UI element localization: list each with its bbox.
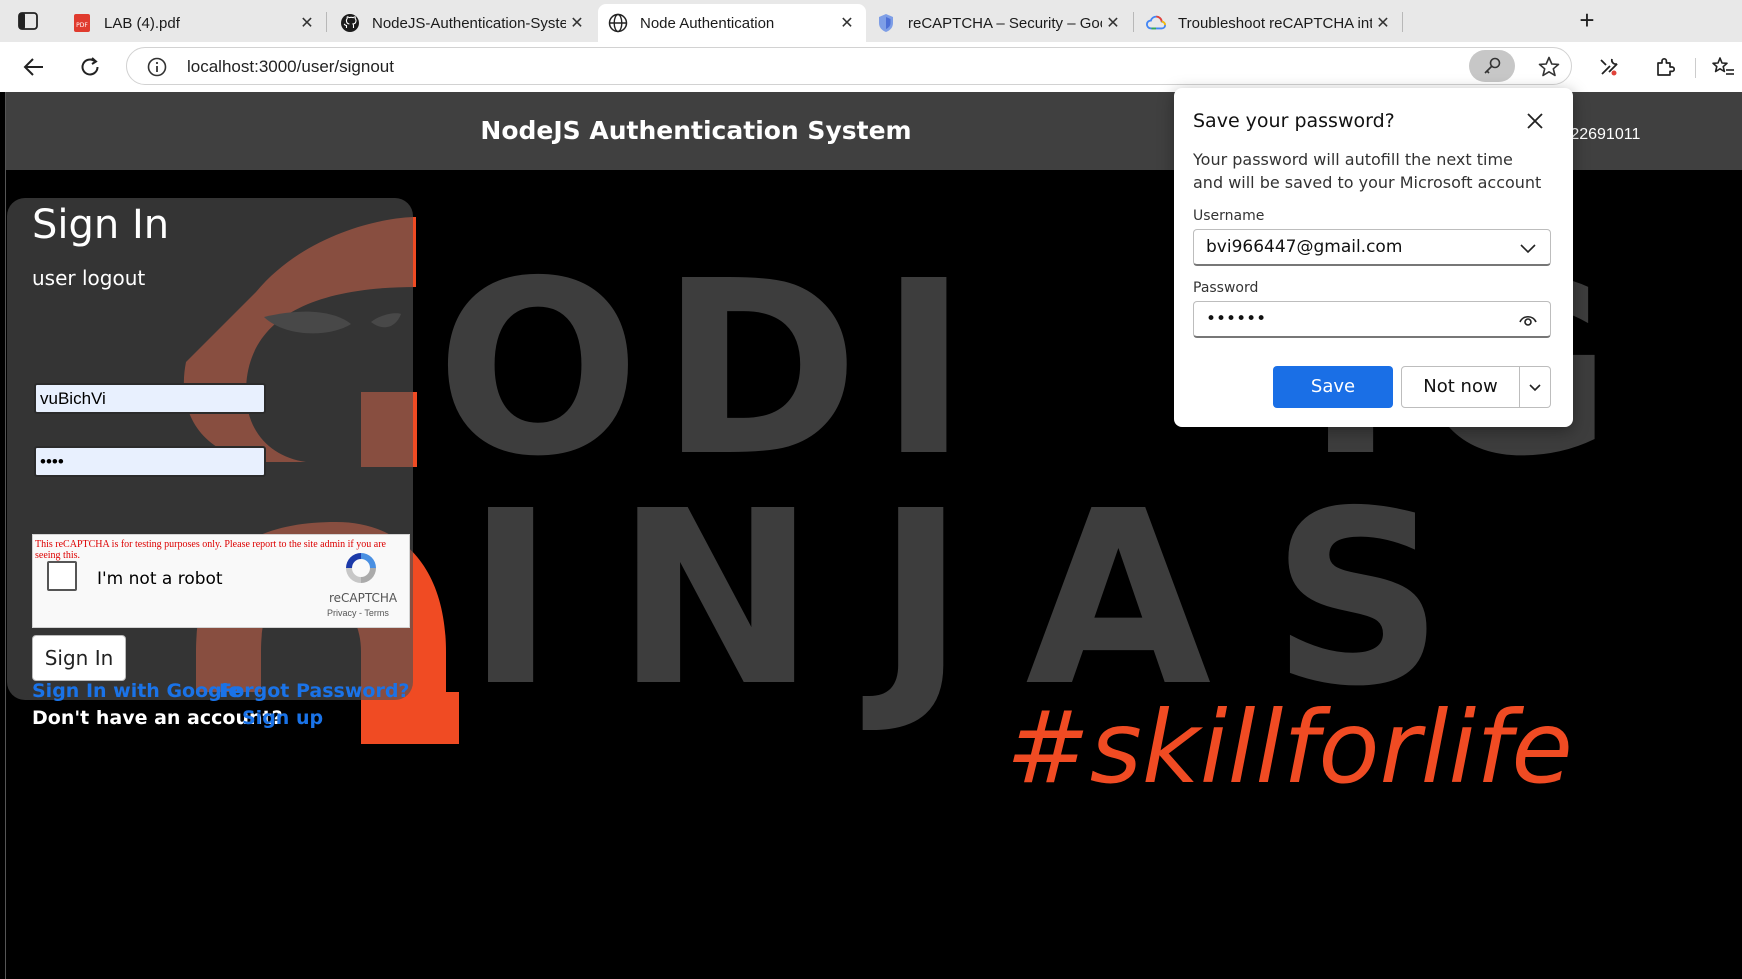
- arrow-left-icon: [23, 58, 43, 76]
- username-value: bvi966447@gmail.com: [1206, 237, 1403, 257]
- password-field[interactable]: ••••••: [1193, 301, 1551, 338]
- tab-label: Node Authentication: [640, 14, 775, 32]
- tab-github[interactable]: NodeJS-Authentication-System/p ✕: [330, 4, 596, 42]
- signin-heading: Sign In: [32, 202, 170, 248]
- username-input[interactable]: vuBichVi: [34, 383, 266, 414]
- tab-close-icon[interactable]: ✕: [1102, 13, 1124, 33]
- url-text[interactable]: localhost:3000/user/signout: [187, 57, 394, 77]
- recaptcha-privacy-terms[interactable]: Privacy - Terms: [327, 608, 389, 618]
- shield-icon: [876, 13, 896, 33]
- extensions-button[interactable]: [1652, 54, 1678, 80]
- toolbar-divider: [1695, 58, 1696, 78]
- tab-node-authentication[interactable]: Node Authentication ✕: [598, 4, 866, 42]
- save-password-button[interactable]: Save: [1273, 366, 1393, 408]
- tab-close-icon[interactable]: ✕: [836, 13, 858, 33]
- tab-divider: [1133, 12, 1134, 32]
- browser-essentials-button[interactable]: [1596, 54, 1622, 80]
- favorites-list-icon: [1712, 57, 1734, 75]
- plus-icon: +: [1579, 5, 1595, 35]
- tab-close-icon[interactable]: ✕: [566, 13, 588, 33]
- tab-label: Troubleshoot reCAPTCHA integrat: [1178, 14, 1372, 32]
- chevron-down-icon[interactable]: [1518, 238, 1538, 258]
- tab-actions-icon: [18, 12, 38, 30]
- svg-text:PDF: PDF: [76, 22, 88, 29]
- signin-button[interactable]: Sign In: [32, 635, 126, 681]
- tab-divider: [326, 12, 327, 32]
- puzzle-icon: [1657, 57, 1676, 76]
- not-now-button[interactable]: Not now: [1401, 366, 1520, 408]
- forgot-password-link[interactable]: Forgot Password?: [219, 680, 409, 702]
- globe-icon: [608, 13, 628, 33]
- favorites-button[interactable]: [1710, 54, 1736, 80]
- key-icon: [1484, 57, 1501, 74]
- dialog-title: Save your password?: [1193, 110, 1395, 132]
- more-options-button[interactable]: [1520, 366, 1551, 408]
- password-label: Password: [1193, 280, 1259, 296]
- recaptcha-widget: This reCAPTCHA is for testing purposes o…: [32, 534, 410, 628]
- favorite-star-icon[interactable]: [1537, 55, 1561, 79]
- username-select[interactable]: bvi966447@gmail.com: [1193, 229, 1551, 266]
- logout-status-text: user logout: [32, 266, 146, 290]
- chevron-down-icon: [1529, 384, 1541, 392]
- info-icon[interactable]: [147, 57, 167, 77]
- github-icon: [340, 13, 360, 33]
- tab-troubleshoot-recaptcha[interactable]: Troubleshoot reCAPTCHA integrat ✕: [1136, 4, 1402, 42]
- signin-card: Sign In user logout vuBichVi •••• This r…: [7, 198, 413, 729]
- close-icon[interactable]: [1524, 110, 1546, 132]
- tab-lab-pdf[interactable]: PDF LAB (4).pdf ✕: [62, 4, 326, 42]
- address-bar[interactable]: localhost:3000/user/signout: [126, 47, 1572, 85]
- recaptcha-label: I'm not a robot: [97, 569, 223, 589]
- tab-close-icon[interactable]: ✕: [296, 13, 318, 33]
- refresh-icon: [81, 57, 99, 76]
- password-input[interactable]: ••••: [34, 446, 266, 477]
- recaptcha-checkbox[interactable]: [47, 561, 77, 591]
- tab-strip: PDF LAB (4).pdf ✕ NodeJS-Authentication-…: [0, 0, 1742, 42]
- slogan-text: #skillforlife: [1006, 689, 1573, 806]
- tab-divider: [1402, 12, 1403, 32]
- tab-recaptcha-security[interactable]: reCAPTCHA – Security – Google C ✕: [866, 4, 1132, 42]
- tools-icon: [1600, 58, 1618, 76]
- signup-link[interactable]: Sign up: [242, 707, 323, 729]
- tab-label: NodeJS-Authentication-System/p: [372, 14, 566, 32]
- tab-label: LAB (4).pdf: [104, 14, 180, 32]
- tab-label: reCAPTCHA – Security – Google C: [908, 14, 1102, 32]
- dialog-description: Your password will autofill the next tim…: [1193, 150, 1542, 192]
- tab-close-icon[interactable]: ✕: [1372, 13, 1394, 33]
- browser-toolbar: localhost:3000/user/signout: [0, 42, 1742, 92]
- pdf-icon: PDF: [72, 13, 92, 33]
- tab-actions-button[interactable]: [14, 8, 42, 34]
- eye-icon[interactable]: [1518, 310, 1538, 330]
- refresh-button[interactable]: [74, 51, 106, 83]
- username-label: Username: [1193, 208, 1265, 224]
- recaptcha-logo-icon: [346, 553, 376, 583]
- recaptcha-brand: reCAPTCHA: [329, 591, 398, 605]
- save-password-dialog: Save your password? Your password will a…: [1174, 88, 1573, 427]
- google-signin-link[interactable]: Sign In with Google: [32, 680, 241, 702]
- password-value: ••••••: [1206, 309, 1267, 329]
- new-tab-button[interactable]: +: [1572, 5, 1602, 35]
- back-button[interactable]: [18, 51, 50, 83]
- google-cloud-icon: [1146, 13, 1166, 33]
- password-key-button[interactable]: [1469, 50, 1515, 82]
